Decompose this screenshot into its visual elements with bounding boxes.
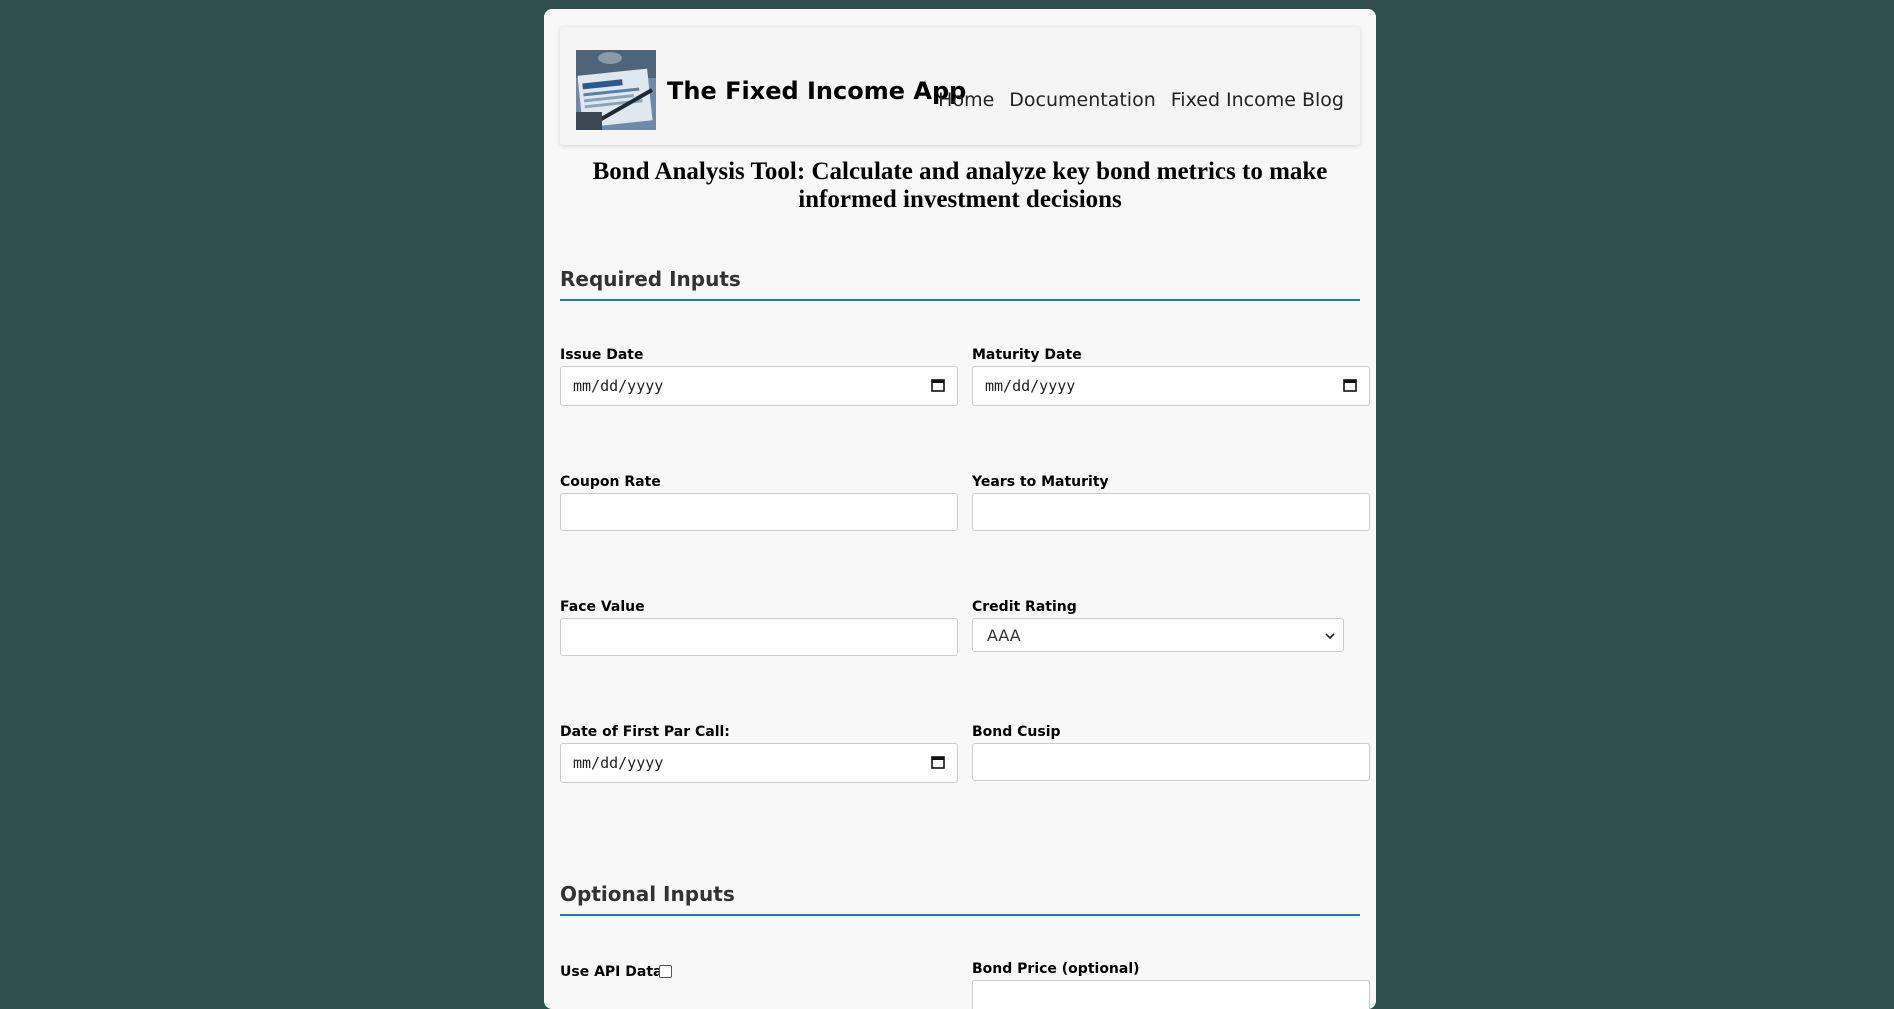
bond-cusip-input[interactable] xyxy=(972,743,1370,781)
face-value-label: Face Value xyxy=(560,599,645,615)
chevron-down-icon xyxy=(1325,633,1335,640)
nav-blog-link[interactable]: Fixed Income Blog xyxy=(1171,89,1344,111)
nav-documentation-link[interactable]: Documentation xyxy=(1009,89,1155,111)
maturity-date-placeholder: mm/dd/yyyy xyxy=(985,377,1076,395)
credit-rating-label: Credit Rating xyxy=(972,599,1077,615)
calendar-icon[interactable] xyxy=(931,378,945,392)
calendar-icon[interactable] xyxy=(1343,378,1357,392)
nav-home-link[interactable]: Home xyxy=(938,89,994,111)
years-to-maturity-input[interactable] xyxy=(972,493,1370,531)
use-api-data-checkbox[interactable] xyxy=(659,965,672,978)
optional-inputs-heading: Optional Inputs xyxy=(560,882,1360,916)
main-panel: The Fixed Income App Home Documentation … xyxy=(544,9,1376,1009)
face-value-input[interactable] xyxy=(560,618,958,656)
page-title: Bond Analysis Tool: Calculate and analyz… xyxy=(592,158,1328,213)
app-logo-image xyxy=(576,50,656,130)
required-inputs-heading: Required Inputs xyxy=(560,267,1360,301)
first-par-call-input[interactable]: mm/dd/yyyy xyxy=(560,743,958,783)
issue-date-label: Issue Date xyxy=(560,347,644,363)
first-par-call-placeholder: mm/dd/yyyy xyxy=(573,754,664,772)
use-api-data-label: Use API Data xyxy=(560,964,663,980)
bond-price-label: Bond Price (optional) xyxy=(972,961,1140,977)
credit-rating-value: AAA xyxy=(987,626,1021,645)
maturity-date-input[interactable]: mm/dd/yyyy xyxy=(972,366,1370,406)
first-par-call-label: Date of First Par Call: xyxy=(560,724,730,740)
coupon-rate-label: Coupon Rate xyxy=(560,474,661,490)
top-nav: Home Documentation Fixed Income Blog xyxy=(938,89,1344,111)
coupon-rate-input[interactable] xyxy=(560,493,958,531)
years-to-maturity-label: Years to Maturity xyxy=(972,474,1109,490)
bond-price-input[interactable] xyxy=(972,980,1370,1009)
maturity-date-label: Maturity Date xyxy=(972,347,1082,363)
issue-date-input[interactable]: mm/dd/yyyy xyxy=(560,366,958,406)
issue-date-placeholder: mm/dd/yyyy xyxy=(573,377,664,395)
bond-cusip-label: Bond Cusip xyxy=(972,724,1061,740)
app-header: The Fixed Income App Home Documentation … xyxy=(560,27,1360,145)
calendar-icon[interactable] xyxy=(931,755,945,769)
app-title: The Fixed Income App xyxy=(667,77,967,105)
credit-rating-select[interactable]: AAA xyxy=(972,618,1344,652)
